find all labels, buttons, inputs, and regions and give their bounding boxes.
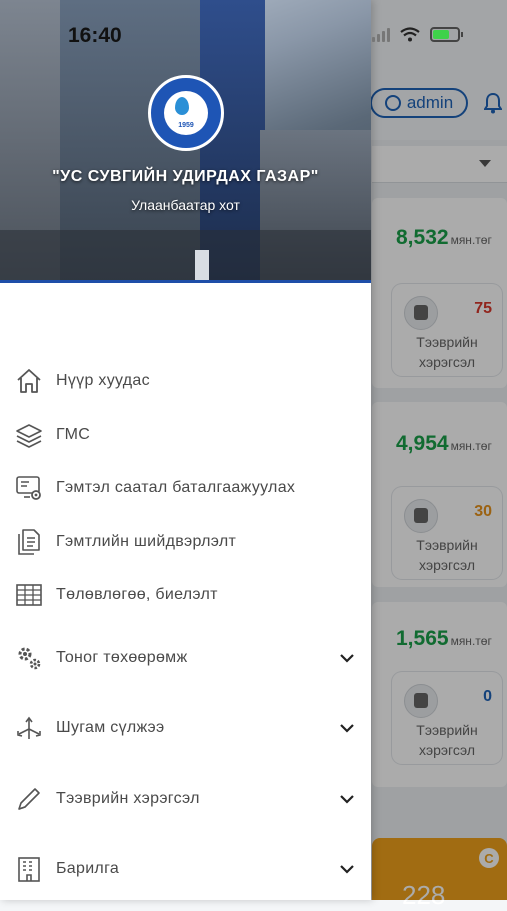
monitor-gear-icon: [14, 473, 44, 503]
wifi-icon: [400, 26, 420, 41]
menu-item-buildings[interactable]: Барилга: [14, 849, 359, 889]
layers-icon: [14, 420, 44, 450]
chevron-down-icon: [340, 865, 354, 874]
organization-logo: 1959: [148, 75, 224, 151]
building-icon: [14, 854, 44, 884]
menu-item-plan[interactable]: Төлөвлөгөө, биелэлт: [14, 575, 359, 615]
menu-item-label: Тээврийн хэрэгсэл: [56, 790, 200, 807]
menu-item-label: Барилга: [56, 860, 120, 877]
chevron-down-icon: [340, 724, 354, 733]
status-icons: [372, 26, 463, 42]
menu-item-vehicles[interactable]: Тээврийн хэрэгсэл: [14, 779, 359, 819]
network-icon: [14, 713, 44, 743]
menu-item-gms[interactable]: ГМС: [14, 415, 359, 455]
chevron-down-icon: [340, 795, 354, 804]
organization-city: Улаанбаатар хот: [131, 197, 240, 213]
navigation-drawer: 1959 "УС СУВГИЙН УДИРДАХ ГАЗАР" Улаанбаа…: [0, 0, 371, 900]
menu-item-home[interactable]: Нүүр хуудас: [14, 361, 359, 401]
menu-item-pipeline[interactable]: Шугам сүлжээ: [14, 708, 359, 748]
header-divider: [0, 280, 371, 283]
pencil-icon: [14, 784, 44, 814]
menu-item-label: Шугам сүлжээ: [56, 719, 165, 736]
menu-item-label: Нүүр хуудас: [56, 372, 150, 389]
chevron-down-icon: [340, 654, 354, 663]
gears-icon: [14, 643, 44, 673]
menu-item-label: Төлөвлөгөө, биелэлт: [56, 586, 218, 603]
battery-icon: [430, 26, 463, 42]
menu-item-fault-resolution[interactable]: Гэмтлийн шийдвэрлэлт: [14, 522, 359, 562]
cellular-signal-icon: [372, 26, 390, 42]
drawer-header: 1959 "УС СУВГИЙН УДИРДАХ ГАЗАР" Улаанбаа…: [0, 0, 371, 282]
menu-item-label: Тоног төхөөрөмж: [56, 649, 188, 666]
status-time: 16:40: [68, 24, 122, 47]
home-icon: [14, 366, 44, 396]
menu-item-equipment[interactable]: Тоног төхөөрөмж: [14, 638, 359, 678]
menu-item-label: ГМС: [56, 426, 91, 443]
menu-item-label: Гэмтэл саатал баталгаажуулах: [56, 479, 296, 496]
menu-item-fault-confirm[interactable]: Гэмтэл саатал баталгаажуулах: [14, 468, 359, 508]
documents-icon: [14, 527, 44, 557]
organization-name: "УС СУВГИЙН УДИРДАХ ГАЗАР": [52, 168, 319, 185]
menu-item-label: Гэмтлийн шийдвэрлэлт: [56, 533, 237, 550]
table-icon: [14, 580, 44, 610]
